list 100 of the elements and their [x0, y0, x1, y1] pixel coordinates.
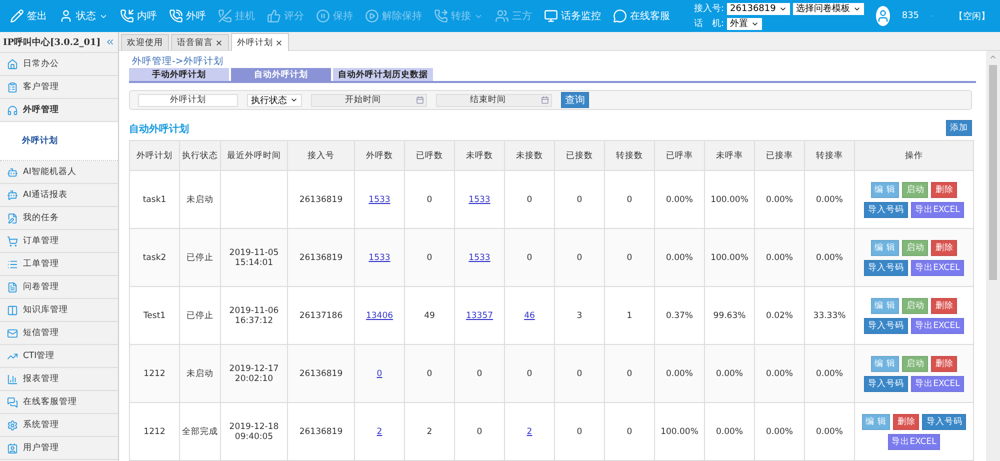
- count-link[interactable]: 2: [376, 426, 382, 436]
- page-tab[interactable]: 语音留言: [171, 34, 229, 50]
- add-button[interactable]: 添加: [946, 120, 972, 136]
- start-date-field[interactable]: 开始时间: [311, 94, 427, 106]
- template-select[interactable]: 选择问卷模板: [792, 2, 864, 14]
- sub-tab[interactable]: 手动外呼计划: [129, 68, 229, 81]
- toolbar-button[interactable]: 状态: [59, 9, 108, 23]
- delete-button[interactable]: 删除: [931, 182, 958, 198]
- sidebar-item[interactable]: 问卷管理: [0, 276, 118, 299]
- sub-tab[interactable]: 自动外呼计划: [231, 68, 331, 81]
- table-cell: 2019-12-17 20:02:10: [229, 364, 279, 384]
- count-link[interactable]: 0: [376, 368, 382, 378]
- avatar-icon[interactable]: [876, 6, 890, 26]
- import-button[interactable]: 导入号码: [864, 318, 908, 334]
- sidebar-item[interactable]: 系统管理: [0, 414, 118, 437]
- delete-button[interactable]: 删除: [893, 414, 920, 430]
- sidebar-item[interactable]: 订单管理: [0, 230, 118, 253]
- start-button[interactable]: 启动: [902, 356, 928, 372]
- sidebar-item[interactable]: 用户管理: [0, 437, 118, 460]
- delete-button[interactable]: 删除: [931, 240, 958, 256]
- table-cell: 2019-12-18 09:40:05: [229, 422, 279, 442]
- column-header: 外呼数: [354, 140, 404, 170]
- access-select[interactable]: 26136819: [727, 2, 790, 14]
- count-link[interactable]: 46: [524, 310, 535, 320]
- sidebar-subitem[interactable]: 外呼计划: [0, 122, 118, 161]
- table-cell: 0.00%: [666, 252, 693, 262]
- count-link[interactable]: 2: [526, 426, 532, 436]
- delete-button[interactable]: 删除: [931, 298, 958, 314]
- phone-label: 话 机:: [694, 18, 724, 30]
- search-button[interactable]: 查询: [561, 92, 589, 108]
- table-cell: 0: [576, 426, 582, 436]
- sidebar-item[interactable]: 短信管理: [0, 322, 118, 345]
- start-button[interactable]: 启动: [902, 298, 928, 314]
- table-cell: 100.00%: [710, 194, 748, 204]
- import-button[interactable]: 导入号码: [922, 414, 966, 430]
- table-cell: 0.00%: [766, 368, 793, 378]
- user-name: 835: [902, 11, 920, 21]
- sidebar-item[interactable]: AI智能机器人: [0, 161, 118, 184]
- page-tab[interactable]: 外呼计划: [231, 33, 289, 51]
- sub-tab[interactable]: 自动外呼计划历史数据: [333, 68, 433, 81]
- count-link[interactable]: 1533: [468, 194, 490, 204]
- table-cell: 0.00%: [716, 426, 743, 436]
- toolbar-button[interactable]: 在线客服: [613, 9, 670, 23]
- plan-field[interactable]: 外呼计划: [138, 94, 238, 106]
- end-date-field[interactable]: 结束时间: [436, 94, 552, 106]
- close-icon[interactable]: [275, 38, 283, 46]
- scroll-up-icon[interactable]: [989, 53, 997, 61]
- start-button[interactable]: 启动: [902, 182, 928, 198]
- sidebar-item[interactable]: 客户管理: [0, 76, 118, 99]
- import-button[interactable]: 导入号码: [864, 202, 908, 218]
- column-header: 外呼计划: [130, 140, 180, 170]
- import-button[interactable]: 导入号码: [864, 260, 908, 276]
- count-link[interactable]: 1533: [368, 252, 390, 262]
- calendar-icon[interactable]: [416, 96, 424, 104]
- count-link[interactable]: 13357: [466, 310, 494, 320]
- agent-status: 【空闲】: [954, 10, 990, 22]
- table-cell: 0.00%: [766, 252, 793, 262]
- section-title: 自动外呼计划: [129, 122, 189, 136]
- collapse-icon[interactable]: [105, 37, 115, 47]
- start-button[interactable]: 启动: [902, 240, 928, 256]
- table-cell: 2019-11-06 16:37:12: [229, 306, 279, 326]
- table-cell: 0: [426, 194, 432, 204]
- edit-button[interactable]: 编 辑: [870, 298, 900, 314]
- page-tab[interactable]: 欢迎使用: [121, 34, 169, 50]
- toolbar-button[interactable]: 签出: [10, 9, 47, 23]
- column-header: 未呼数: [454, 140, 504, 170]
- chat-icon: [613, 9, 627, 23]
- sidebar-item[interactable]: 知识库管理: [0, 299, 118, 322]
- sidebar-item[interactable]: AI通话报表: [0, 184, 118, 207]
- breadcrumb: 外呼管理->外呼计划: [131, 55, 224, 68]
- edit-button[interactable]: 编 辑: [870, 240, 900, 256]
- sidebar-item[interactable]: 我的任务: [0, 207, 118, 230]
- phone-icon: [434, 9, 448, 23]
- sidebar-item[interactable]: 工单管理: [0, 253, 118, 276]
- sidebar-item[interactable]: 报表管理: [0, 368, 118, 391]
- edit-button[interactable]: 编 辑: [870, 182, 900, 198]
- export-button[interactable]: 导出EXCEL: [888, 434, 940, 450]
- scrollbar[interactable]: [986, 51, 1000, 461]
- phone-icon: [218, 9, 232, 23]
- count-link[interactable]: 1533: [368, 194, 390, 204]
- calendar-icon[interactable]: [541, 96, 549, 104]
- export-button[interactable]: 导出EXCEL: [911, 376, 964, 392]
- close-icon[interactable]: [215, 38, 223, 46]
- edit-button[interactable]: 编 辑: [870, 356, 900, 372]
- delete-button[interactable]: 删除: [931, 356, 958, 372]
- toolbar-button[interactable]: 外呼: [169, 9, 206, 23]
- count-link[interactable]: 1533: [468, 252, 490, 262]
- status-select[interactable]: 执行状态: [247, 94, 302, 106]
- import-button[interactable]: 导入号码: [864, 376, 908, 392]
- sidebar-item[interactable]: 在线客服管理: [0, 391, 118, 414]
- export-button[interactable]: 导出EXCEL: [911, 318, 964, 334]
- toolbar-button[interactable]: 内呼: [120, 9, 157, 23]
- edit-button[interactable]: 编 辑: [862, 414, 890, 430]
- toolbar-button[interactable]: 话务监控: [544, 9, 601, 23]
- export-button[interactable]: 导出EXCEL: [911, 202, 964, 218]
- phone-select[interactable]: 外置: [727, 18, 762, 30]
- sidebar-item[interactable]: CTI管理: [0, 345, 118, 368]
- count-link[interactable]: 13406: [366, 310, 394, 320]
- sidebar-item[interactable]: 日常办公: [0, 53, 118, 76]
- export-button[interactable]: 导出EXCEL: [911, 260, 964, 276]
